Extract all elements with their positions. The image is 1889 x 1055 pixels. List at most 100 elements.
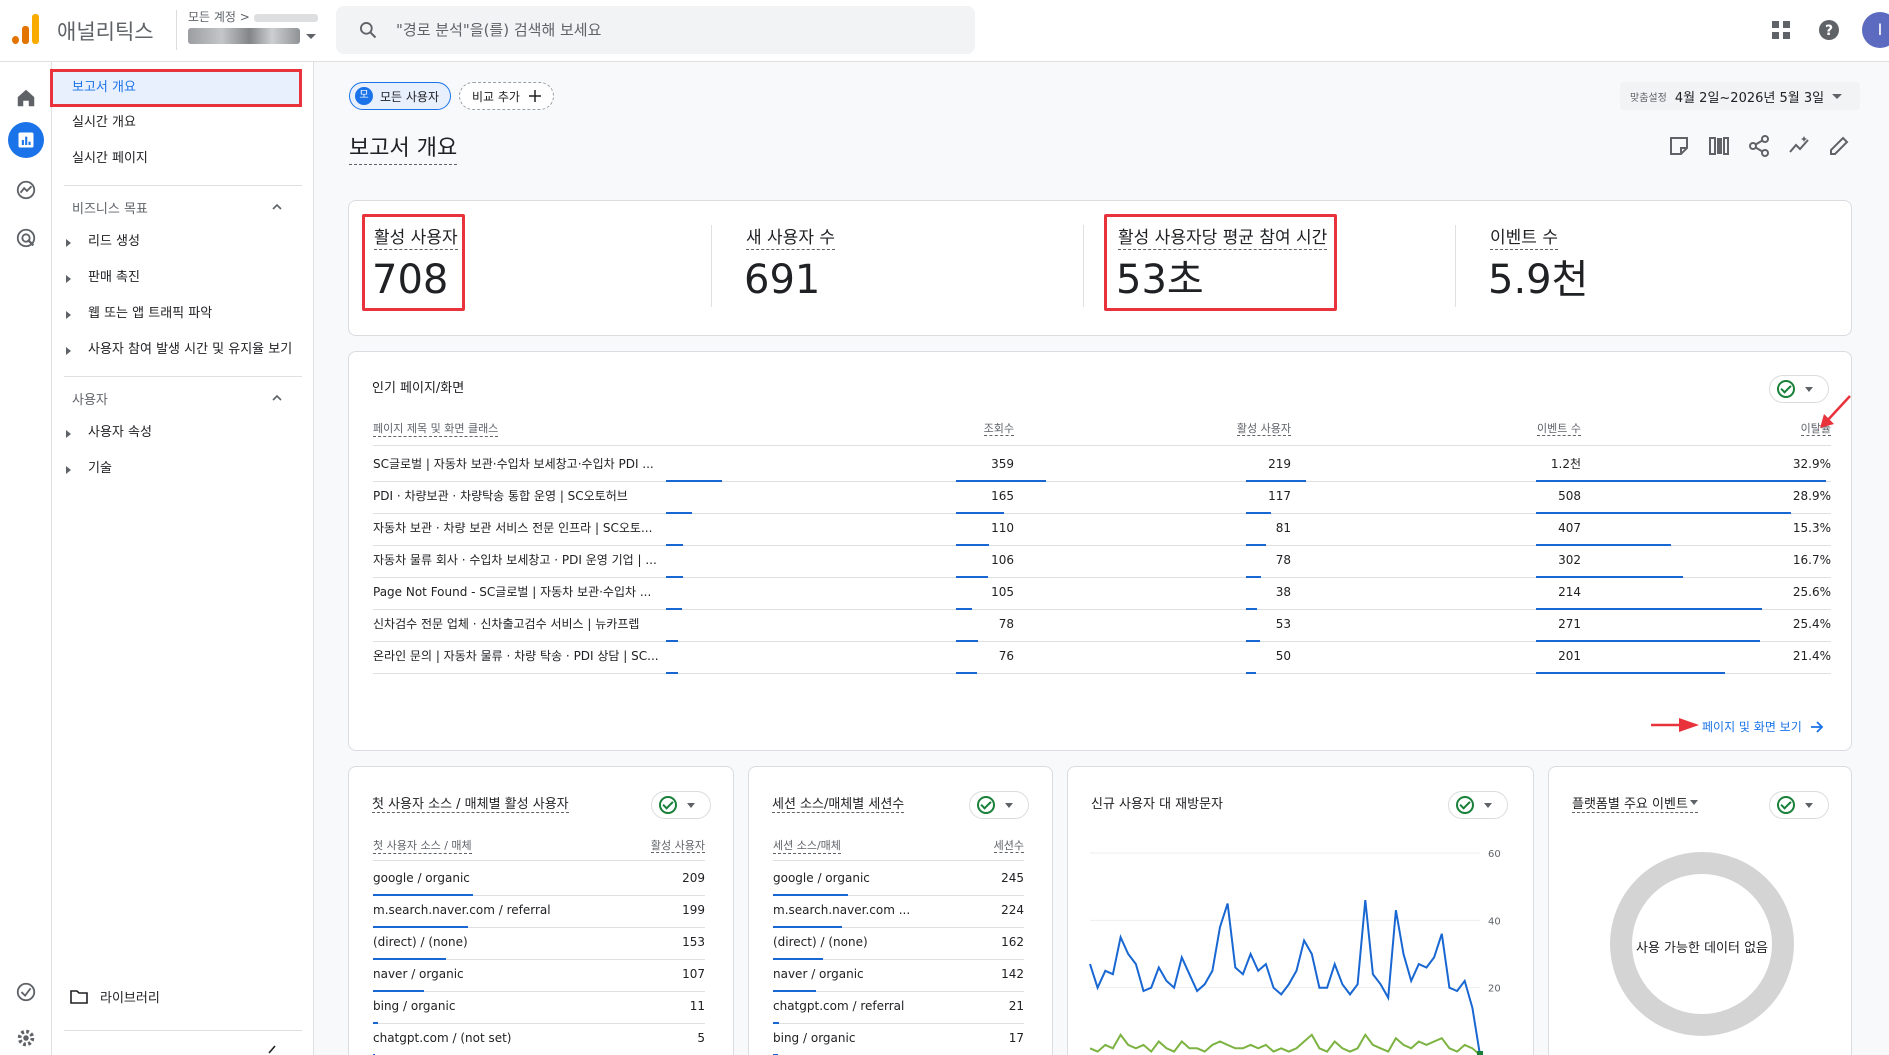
page-title-cell[interactable]: Page Not Found - SC글로벌 | 자동차 보관·수입차 ...	[373, 584, 673, 600]
page-title[interactable]: 보고서 개요	[349, 130, 458, 165]
customize-report-icon[interactable]	[1667, 134, 1691, 158]
session-source-title[interactable]: 세션 소스/매체별 세션수	[772, 793, 905, 813]
last-point-marker	[1477, 1051, 1483, 1055]
page-title-cell[interactable]: 자동차 물류 회사 · 수입차 보세창고 · PDI 운영 기업 | ...	[373, 552, 673, 568]
active-users-cell: 78	[1275, 553, 1291, 567]
col-header-first-source[interactable]: 첫 사용자 소스 / 매체	[373, 838, 472, 854]
page-title-cell[interactable]: 신차검수 전문 업체 · 신차출고검수 서비스 | 뉴카프렙	[373, 616, 673, 632]
data-quality-chip[interactable]	[969, 791, 1029, 819]
event-count-bar	[1246, 608, 1257, 610]
col-header-views[interactable]: 조회수	[914, 421, 1014, 436]
nav-realtime-overview[interactable]: 실시간 개요	[52, 106, 302, 140]
date-range-picker[interactable]: 맞춤설정 4월 2일~2026년 5월 3일	[1620, 82, 1860, 110]
source-label[interactable]: google / organic	[773, 870, 918, 886]
nav-report-overview[interactable]: 보고서 개요	[50, 69, 302, 107]
help-icon[interactable]: ?	[1817, 18, 1841, 42]
apps-grid-icon[interactable]	[1769, 18, 1793, 42]
bounce-rate-cell: 15.3%	[1792, 521, 1831, 535]
advertising-icon[interactable]	[8, 220, 44, 256]
app-title[interactable]: 애널리틱스	[57, 16, 154, 46]
expand-arrow-icon	[66, 275, 71, 283]
search-bar[interactable]	[336, 6, 975, 54]
explore-icon[interactable]	[8, 172, 44, 208]
page-title-cell[interactable]: PDI · 차량보관 · 차량탁송 통합 운영 | SC오토허브	[373, 488, 673, 504]
col-header-event-count[interactable]: 이벤트 수	[1441, 421, 1581, 436]
source-label[interactable]: (direct) / (none)	[773, 934, 918, 950]
edit-pencil-icon[interactable]	[1827, 134, 1851, 158]
source-label[interactable]: m.search.naver.com / referral	[373, 902, 633, 918]
segment-chip-all-users[interactable]: 모 모든 사용자	[349, 82, 451, 110]
insights-icon[interactable]	[1787, 134, 1811, 158]
source-bar	[773, 894, 848, 896]
segment-label: 모든 사용자	[380, 89, 440, 104]
nav-traffic[interactable]: 웹 또는 앱 트래픽 파악	[52, 297, 212, 331]
compare-columns-icon[interactable]	[1707, 134, 1731, 158]
chevron-up-icon[interactable]	[272, 393, 282, 403]
returning-users-series-line[interactable]	[1089, 1032, 1481, 1055]
nav-user-attributes[interactable]: 사용자 속성	[52, 416, 152, 450]
source-bar	[373, 894, 473, 896]
check-circle-icon	[1777, 796, 1795, 814]
first-user-source-card: 첫 사용자 소스 / 매체별 활성 사용자 첫 사용자 소스 / 매체 활성 사…	[348, 766, 734, 1055]
collapse-nav-icon[interactable]	[266, 1044, 278, 1054]
date-range-value: 4월 2일~2026년 5월 3일	[1674, 90, 1825, 106]
search-input[interactable]	[396, 14, 956, 46]
nav-realtime-pages[interactable]: 실시간 페이지	[52, 142, 302, 176]
nav-drive-sales[interactable]: 판매 촉진	[52, 261, 140, 295]
page-title-cell[interactable]: SC글로벌 | 자동차 보관·수입차 보세창고·수입차 PDI ...	[373, 456, 673, 472]
analytics-logo-icon[interactable]	[12, 14, 40, 44]
account-avatar[interactable]: I	[1862, 12, 1889, 48]
kpi-new-users-label[interactable]: 새 사용자 수	[746, 227, 836, 250]
reports-icon[interactable]	[8, 122, 44, 158]
nav-section-business-goals[interactable]: 비즈니스 목표	[72, 198, 148, 217]
new-users-series-line[interactable]	[1089, 899, 1481, 1055]
col-header-page-title[interactable]: 페이지 제목 및 화면 클래스	[373, 421, 499, 437]
source-label[interactable]: naver / organic	[373, 966, 633, 982]
source-label[interactable]: chatgpt.com / (not set)	[373, 1030, 633, 1046]
source-label[interactable]: google / organic	[373, 870, 633, 886]
settings-gear-icon[interactable]	[8, 1020, 44, 1055]
new-vs-returning-line-chart[interactable]: 60 40 20	[1088, 845, 1528, 1055]
source-value: 199	[682, 903, 705, 917]
new-vs-returning-card: 신규 사용자 대 재방문자 60 40 20	[1067, 766, 1534, 1055]
account-breadcrumb[interactable]: 모든 계정 >	[188, 8, 318, 25]
col-header-active-users[interactable]: 활성 사용자	[599, 838, 705, 853]
goals-check-icon[interactable]	[8, 974, 44, 1010]
share-icon[interactable]	[1747, 134, 1771, 158]
views-bar	[666, 608, 682, 610]
source-label[interactable]: chatgpt.com / referral	[773, 998, 918, 1014]
kpi-event-count-label[interactable]: 이벤트 수	[1490, 227, 1558, 250]
data-quality-chip[interactable]	[1769, 791, 1829, 819]
views-bar	[666, 512, 692, 514]
nav-engagement-retention[interactable]: 사용자 참여 발생 시간 및 유지율 보기	[52, 333, 292, 367]
source-label[interactable]: bing / organic	[373, 998, 633, 1014]
source-label[interactable]: naver / organic	[773, 966, 918, 982]
data-quality-chip[interactable]	[651, 791, 711, 819]
nav-lead-generation[interactable]: 리드 생성	[52, 225, 140, 259]
col-header-sessions[interactable]: 세션수	[939, 838, 1024, 853]
event-count-bar	[1246, 512, 1271, 514]
page-title-cell[interactable]: 온라인 문의 | 자동차 물류 · 차량 탁송 · PDI 상담 | SC...	[373, 648, 673, 664]
source-label[interactable]: (direct) / (none)	[373, 934, 633, 950]
nav-tech[interactable]: 기술	[52, 452, 112, 486]
active-users-cell: 38	[1275, 585, 1291, 599]
platform-events-title[interactable]: 플랫폼별 주요 이벤트	[1572, 793, 1698, 813]
home-icon[interactable]	[8, 80, 44, 116]
chevron-up-icon[interactable]	[272, 202, 282, 212]
nav-section-users[interactable]: 사용자	[72, 389, 108, 408]
col-header-active-users[interactable]: 활성 사용자	[1151, 421, 1291, 436]
col-header-session-source[interactable]: 세션 소스/매체	[773, 838, 841, 854]
property-selector[interactable]	[188, 28, 316, 44]
header-divider	[176, 10, 177, 50]
view-pages-link[interactable]: 페이지 및 화면 보기	[1702, 718, 1824, 735]
source-label[interactable]: bing / organic	[773, 1030, 918, 1046]
nav-library[interactable]: 라이브러리	[70, 987, 160, 1006]
event-count-bar	[1246, 480, 1306, 482]
add-comparison-button[interactable]: 비교 추가	[459, 82, 554, 110]
page-title-cell[interactable]: 자동차 보관 · 차량 보관 서비스 전문 인프라 | SC오토...	[373, 520, 673, 536]
data-quality-chip[interactable]	[1448, 791, 1508, 819]
bounce-rate-bar	[1536, 640, 1760, 642]
source-label[interactable]: m.search.naver.com ...	[773, 902, 918, 918]
first-source-title[interactable]: 첫 사용자 소스 / 매체별 활성 사용자	[372, 793, 569, 813]
add-comparison-label: 비교 추가	[472, 89, 520, 104]
